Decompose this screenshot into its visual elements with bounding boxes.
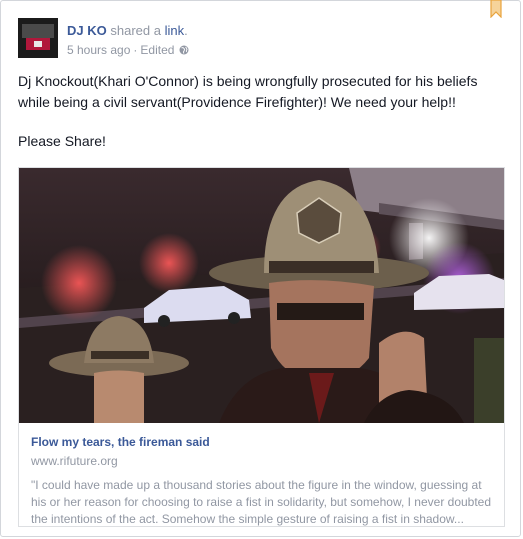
- link-description: "I could have made up a thousand stories…: [31, 478, 492, 526]
- separator: ·: [133, 43, 138, 57]
- link-info: Flow my tears, the fireman said www.rifu…: [31, 435, 493, 528]
- post-meta: DJ KO shared a link. 5 hours ago · Edite…: [67, 23, 189, 58]
- edited-label[interactable]: Edited: [140, 43, 174, 57]
- avatar[interactable]: [18, 18, 58, 58]
- action-suffix: .: [184, 23, 188, 38]
- action-text: shared a: [110, 23, 161, 38]
- link-attachment[interactable]: Flow my tears, the fireman said www.rifu…: [18, 167, 505, 527]
- link-title[interactable]: Flow my tears, the fireman said: [31, 435, 493, 449]
- globe-icon[interactable]: [179, 45, 189, 55]
- author-line: DJ KO shared a link.: [67, 23, 189, 39]
- bookmark-icon[interactable]: [490, 0, 502, 18]
- post-card: DJ KO shared a link. 5 hours ago · Edite…: [0, 0, 521, 537]
- post-header: DJ KO shared a link. 5 hours ago · Edite…: [18, 18, 189, 58]
- post-message: Dj Knockout(Khari O'Connor) is being wro…: [18, 73, 478, 110]
- post-timestamp[interactable]: 5 hours ago: [67, 43, 130, 57]
- post-message-share: Please Share!: [18, 133, 106, 149]
- link-preview-image[interactable]: [19, 168, 504, 423]
- link-domain: www.rifuture.org: [31, 454, 118, 468]
- action-link[interactable]: link: [165, 23, 185, 38]
- post-timestamp-line: 5 hours ago · Edited: [67, 43, 189, 57]
- author-name[interactable]: DJ KO: [67, 23, 107, 38]
